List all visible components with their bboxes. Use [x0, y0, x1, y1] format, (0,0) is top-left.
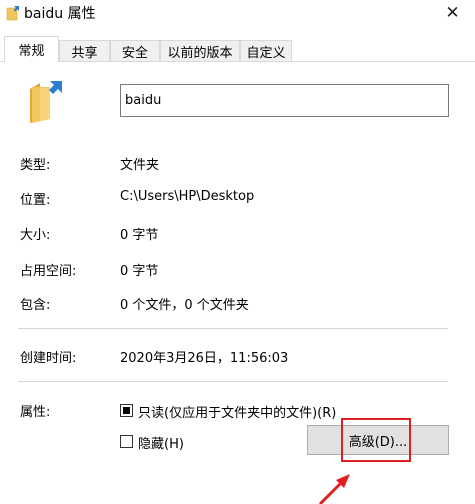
separator — [18, 328, 448, 329]
readonly-label[interactable]: 只读(仅应用于文件夹中的文件)(R) — [138, 402, 336, 421]
contains-label: 包含: — [20, 298, 51, 313]
close-button[interactable]: ✕ — [430, 0, 475, 26]
created-label: 创建时间: — [20, 351, 77, 366]
annotation-arrow-icon — [300, 470, 360, 504]
annotation-highlight-box — [341, 418, 411, 462]
type-label: 类型: — [20, 158, 51, 173]
attributes-label: 属性: — [20, 405, 51, 420]
contains-value: 0 个文件，0 个文件夹 — [120, 298, 249, 313]
location-value: C:\Users\HP\Desktop — [120, 189, 255, 204]
folder-name-input[interactable] — [120, 84, 449, 117]
tab-general[interactable]: 常规 — [4, 36, 59, 62]
tab-security[interactable]: 安全 — [110, 40, 160, 61]
hidden-checkbox[interactable] — [120, 435, 133, 448]
created-value: 2020年3月26日，11:56:03 — [120, 351, 289, 366]
separator — [18, 381, 448, 382]
size-on-disk-value: 0 字节 — [120, 264, 159, 279]
close-icon: ✕ — [445, 3, 460, 23]
size-value: 0 字节 — [120, 228, 159, 243]
size-on-disk-label: 占用空间: — [20, 264, 77, 279]
folder-shortcut-icon — [5, 5, 21, 21]
hidden-label[interactable]: 隐藏(H) — [138, 433, 184, 452]
tab-customize[interactable]: 自定义 — [240, 40, 292, 61]
size-label: 大小: — [20, 228, 51, 243]
window-title: baidu 属性 — [24, 6, 96, 22]
tab-previous-versions[interactable]: 以前的版本 — [160, 40, 240, 61]
tab-bar-divider — [0, 61, 475, 62]
readonly-checkbox[interactable] — [120, 404, 133, 417]
folder-icon — [26, 79, 66, 125]
tab-sharing[interactable]: 共享 — [59, 40, 110, 61]
location-label: 位置: — [20, 193, 51, 208]
type-value: 文件夹 — [120, 158, 160, 173]
